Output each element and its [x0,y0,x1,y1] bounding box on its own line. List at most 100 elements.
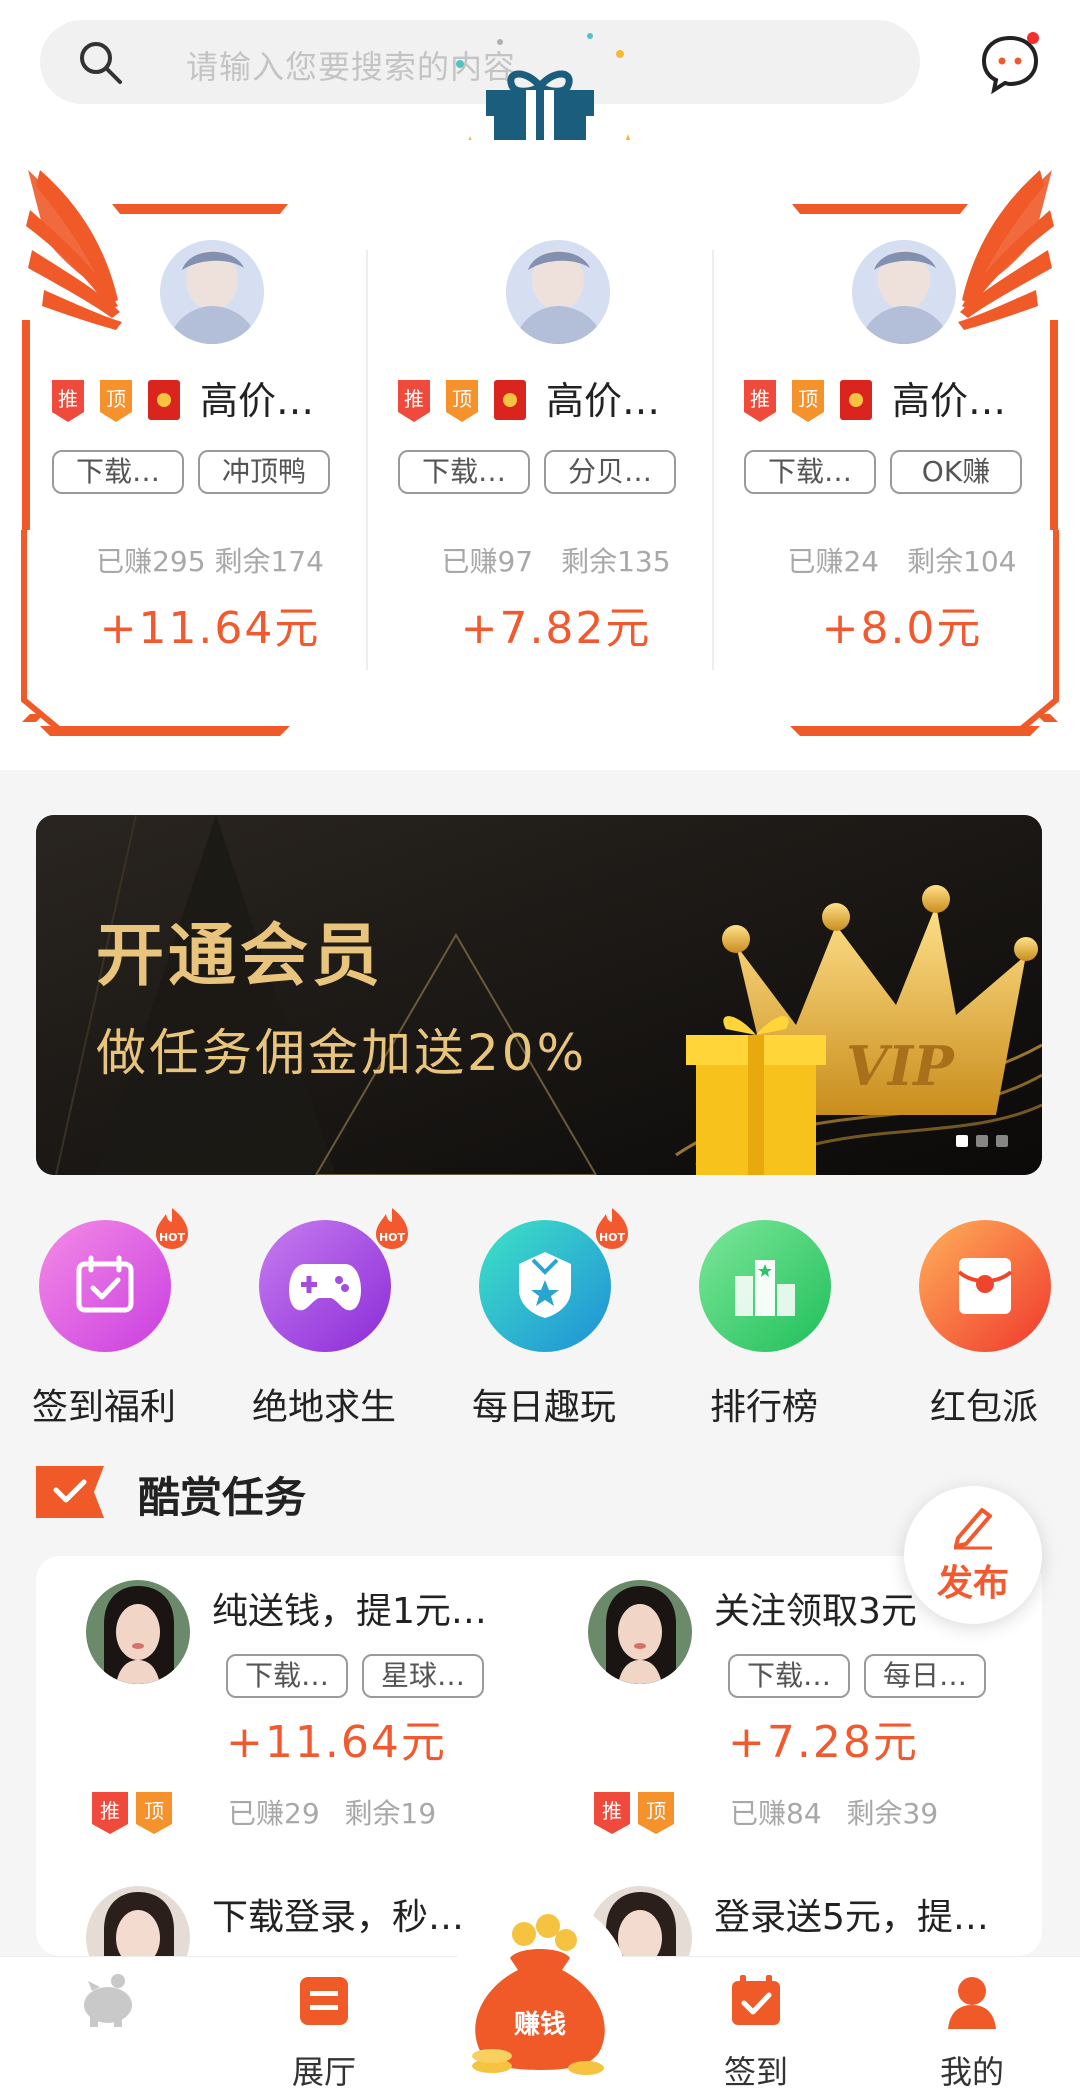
task-tags: 下载… 冲顶鸭 [52,450,330,494]
quick-item-red-packet[interactable]: 红包派 [884,1210,1080,1440]
quick-label: 每日趣玩 [471,1387,616,1428]
nav-item-earn[interactable]: 赚钱 [452,1898,628,2092]
task-reward: +7.82元 [460,603,652,654]
badge-recommend: 推 [602,1799,622,1823]
hall-icon [300,1977,348,2025]
task-tag: 下载… [398,450,530,494]
task-title: 高价… [892,379,1007,423]
avatar [506,240,610,344]
message-icon[interactable] [978,30,1042,94]
quick-entries: HOT 签到福利 HOT 绝地求生 HOT 每日趣玩 排行榜 红包派 [0,1208,1080,1440]
nav-label: 签到 [723,2053,788,2091]
banner-pagination [956,1135,1008,1147]
task-badges: 推 顶 [92,1792,172,1834]
featured-task-card[interactable]: 推 顶 高价… 下载… 冲顶鸭 已赚295 剩余174 +11.64元 [40,240,380,720]
task-stats: 已赚29 剩余19 [228,1797,437,1830]
avatar [160,240,264,344]
task-reward: +11.64元 [99,603,321,654]
task-tag: 分贝… [544,450,676,494]
task-reward: +8.0元 [821,603,983,654]
badge-top: 顶 [646,1799,666,1823]
piggy-bank-icon [84,1974,132,2027]
gamepad-icon [289,1264,361,1311]
quick-item-pubg[interactable]: HOT 绝地求生 [224,1208,424,1440]
task-title: 高价… [546,379,661,423]
task-reward: +7.28元 [728,1717,919,1768]
quick-item-ranking[interactable]: 排行榜 [664,1210,864,1440]
task-tag: 星球… [362,1654,484,1698]
nav-item-mine[interactable]: 我的 [864,1957,1080,2092]
task-badges: 推 顶 [594,1792,674,1834]
nav-item-checkin[interactable]: 签到 [648,1957,864,2092]
hot-badge-icon: HOT [596,1208,628,1249]
quick-item-checkin[interactable]: HOT 签到福利 [4,1208,204,1440]
badge-recommend: 推 [404,387,424,411]
avatar [86,1886,190,1956]
earn-label: 赚钱 [513,2010,566,2040]
task-card[interactable]: 纯送钱，提1元… 下载… 星球… +11.64元 推 顶 已赚29 剩余19 [36,1570,526,1834]
publish-label: 发布 [936,1563,1009,1604]
hot-badge-icon: HOT [376,1208,408,1249]
task-stats: 已赚24 剩余104 [787,545,1017,578]
quick-label: 绝地求生 [251,1387,396,1428]
task-tags: 下载… 星球… [226,1654,484,1698]
featured-task-card[interactable]: 推 顶 高价… 下载… OK赚 已赚24 剩余104 +8.0元 [732,240,1072,720]
task-reward: +11.64元 [226,1717,447,1768]
money-bag-icon [472,1914,605,2075]
task-stats: 已赚97 剩余135 [441,545,671,578]
quick-label: 红包派 [929,1387,1038,1428]
banner-dot[interactable] [976,1135,988,1147]
task-stats: 已赚295 剩余174 [96,545,324,578]
badge-top: 顶 [452,387,472,411]
avatar [588,1580,692,1684]
svg-text:HOT: HOT [159,1231,186,1244]
quick-label: 排行榜 [709,1387,818,1428]
nav-item-piggy[interactable] [0,1957,216,2092]
star-shield-icon [519,1252,571,1318]
nav-label: 我的 [939,2053,1004,2091]
task-tag: 冲顶鸭 [198,450,330,494]
task-tags: 下载… 每日… [728,1654,986,1698]
ranking-podium-icon [735,1260,795,1316]
badge-recommend: 推 [100,1799,120,1823]
banner-title: 开通会员 [96,917,385,996]
nav-item-hall[interactable]: 展厅 [216,1957,432,2092]
badge-top: 顶 [144,1799,164,1823]
banner-dot[interactable] [996,1135,1008,1147]
badge-top: 顶 [106,387,126,411]
flag-icon [36,1466,104,1518]
publish-button[interactable]: 发布 [904,1486,1042,1624]
task-title: 登录送5元，提… [714,1897,989,1938]
svg-text:VIP: VIP [846,1034,955,1098]
calendar-check-icon [732,1975,780,2025]
vip-banner[interactable]: VIP 开通会员 做任务佣金加送20% [36,815,1042,1175]
svg-text:HOT: HOT [379,1231,406,1244]
task-tag: 下载… [744,450,876,494]
task-title: 纯送钱，提1元… [212,1591,487,1632]
featured-task-card[interactable]: 推 顶 高价… 下载… 分贝… 已赚97 剩余135 +7.82元 [386,240,726,720]
task-title: 高价… [200,379,315,423]
task-tag: OK赚 [890,450,1022,494]
badge-top: 顶 [798,387,818,411]
pen-icon [954,1508,992,1550]
avatar [86,1580,190,1684]
task-badges: 推 顶 [744,380,872,422]
badge-recommend: 推 [58,387,78,411]
svg-text:HOT: HOT [599,1231,626,1244]
featured-tasks: 推 顶 高价… 下载… 冲顶鸭 已赚295 剩余174 +11.64元 推 顶 [0,140,1080,770]
banner-dot[interactable] [956,1135,968,1147]
task-title: 关注领取3元 [714,1591,917,1632]
task-list: 纯送钱，提1元… 下载… 星球… +11.64元 推 顶 已赚29 剩余19 关… [36,1556,1042,1956]
gift-box-icon [686,1016,826,1175]
section-title: 酷赏任务 [138,1473,307,1522]
red-envelope-icon [957,1258,1013,1314]
quick-item-daily-fun[interactable]: HOT 每日趣玩 [444,1208,644,1440]
banner-subtitle: 做任务佣金加送20% [96,1024,588,1082]
search-icon [80,42,122,84]
task-tags: 下载… 分贝… [398,450,676,494]
task-stats: 已赚84 剩余39 [730,1797,939,1830]
quick-label: 签到福利 [31,1387,176,1428]
user-icon [948,1977,996,2029]
task-tags: 下载… OK赚 [744,450,1022,494]
task-tag: 下载… [226,1654,348,1698]
